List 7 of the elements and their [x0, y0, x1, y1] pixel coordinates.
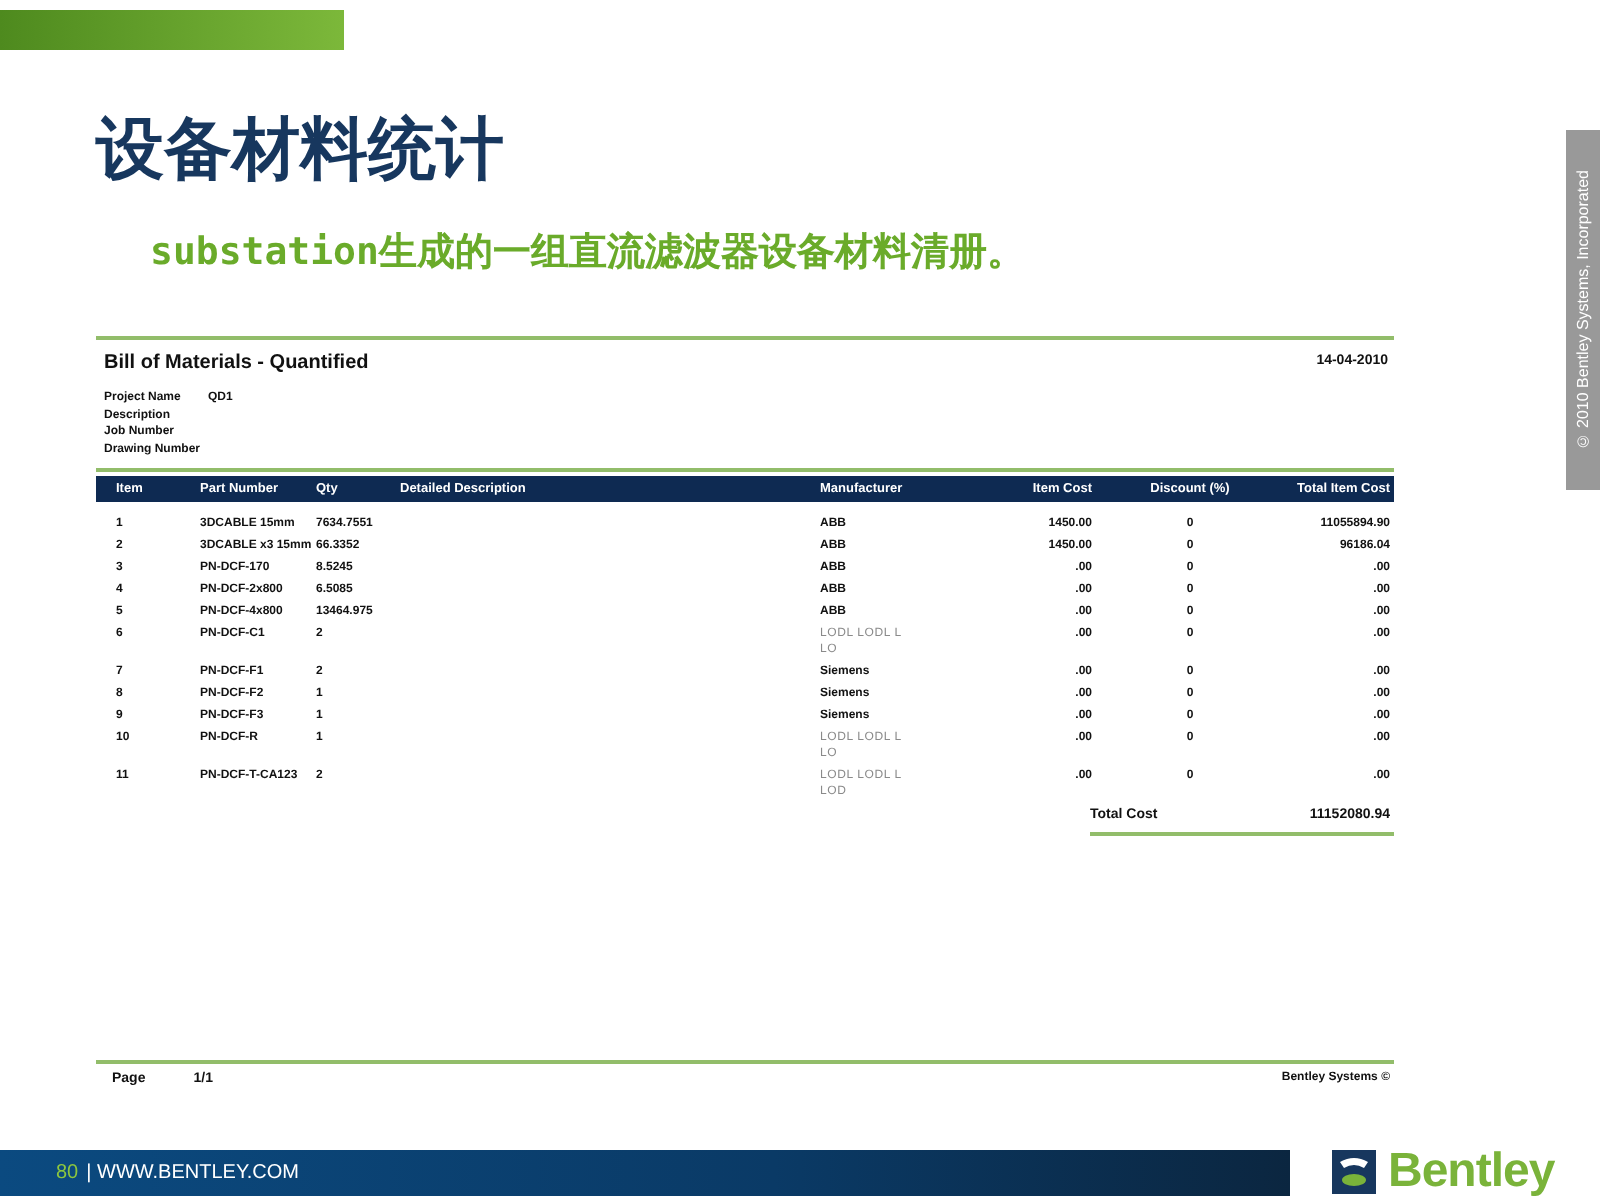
copyright-text: © 2010 Bentley Systems, Incorporated [1574, 169, 1592, 451]
slide-subtitle: substation生成的一组直流滤波器设备材料清册。 [150, 228, 1025, 278]
website-url: | WWW.BENTLEY.COM [86, 1161, 299, 1183]
logo-icon [1332, 1150, 1376, 1194]
report-title: Bill of Materials - Quantified [104, 352, 369, 374]
logo-text: Bentley [1388, 1148, 1555, 1196]
page-number: 80 [56, 1161, 79, 1183]
